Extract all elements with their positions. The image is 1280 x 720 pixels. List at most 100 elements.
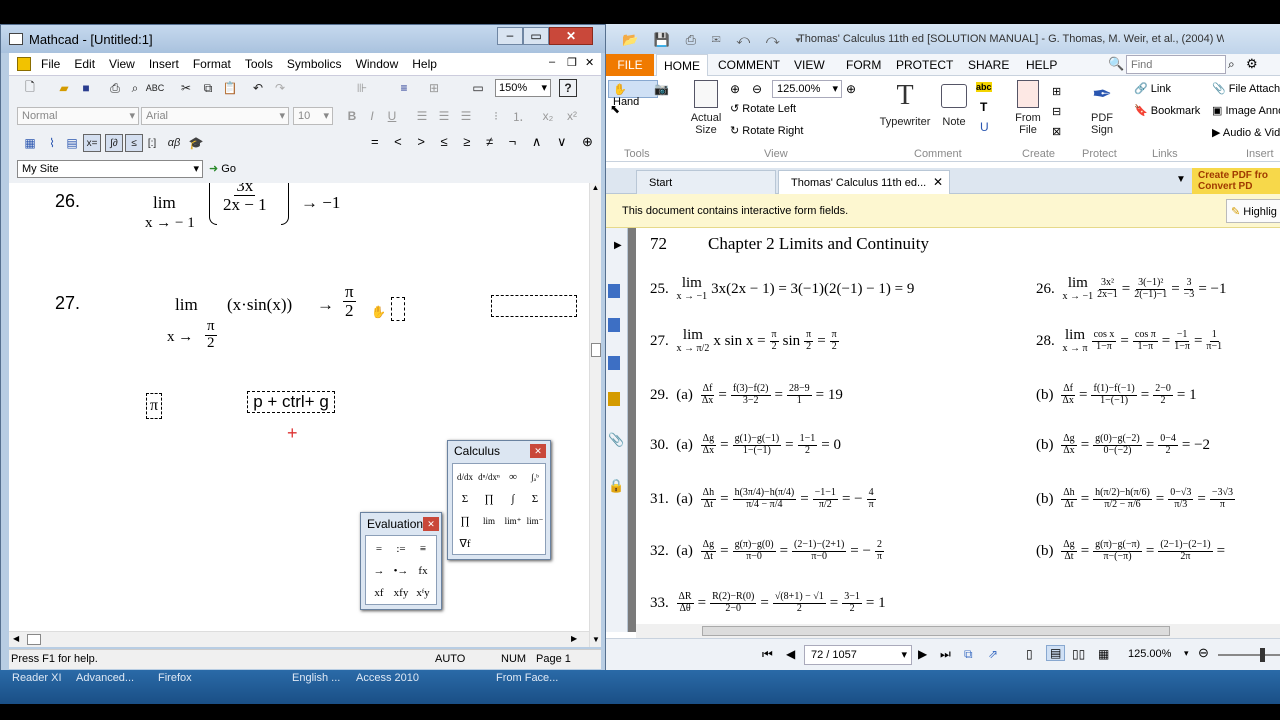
doc-restore-icon[interactable]: ❐: [567, 56, 577, 69]
open-folder-icon[interactable]: ▰: [55, 79, 73, 97]
eval-infix-button[interactable]: xfy: [391, 584, 411, 602]
op-greater[interactable]: >: [417, 134, 425, 152]
calc-limit-left-button[interactable]: lim⁻: [525, 512, 545, 530]
eval-equals-button[interactable]: =: [369, 540, 389, 558]
highlight-abc-icon[interactable]: abc: [976, 82, 992, 92]
nav-bookmarks-icon[interactable]: [608, 284, 620, 298]
close-button[interactable]: ✕: [549, 27, 593, 45]
op-not[interactable]: ¬: [509, 134, 517, 152]
create-options-icon[interactable]: ⊞ ⊟ ⊠: [1052, 82, 1061, 142]
style-select[interactable]: Normal ▾: [17, 107, 139, 125]
typed-text-region[interactable]: p + ctrl+ g: [247, 391, 335, 413]
pi-region[interactable]: π: [146, 393, 162, 419]
doc-close-icon[interactable]: ✕: [585, 56, 594, 69]
calc-sum-range-button[interactable]: Σ: [455, 490, 475, 508]
nav-pages-icon[interactable]: [608, 318, 620, 332]
worksheet-vscroll[interactable]: ▲ ▼: [589, 183, 601, 647]
tab-start[interactable]: Start: [636, 170, 776, 194]
tab-form[interactable]: FORM: [846, 58, 881, 72]
image-ann-button[interactable]: ▣ Image Anno: [1212, 104, 1280, 117]
menu-symbolics[interactable]: Symbolics: [287, 57, 342, 71]
calculus-close-button[interactable]: ✕: [530, 444, 546, 458]
help-icon[interactable]: ?: [559, 79, 577, 97]
export-page-icon[interactable]: ⇗: [988, 647, 998, 661]
numbering-icon[interactable]: ⒈: [509, 107, 527, 125]
fit-page-icon[interactable]: ⊕: [730, 82, 740, 96]
evaluation-close-button[interactable]: ✕: [423, 517, 439, 531]
facing-page-icon[interactable]: ▯▯: [1072, 647, 1085, 661]
equals-block-icon[interactable]: ≡: [395, 79, 413, 97]
worksheet[interactable]: 26. lim x → − 1 3x 2x − 1 → −1 27. lim x…: [9, 183, 589, 647]
note-button[interactable]: Note: [936, 80, 972, 142]
calculator-icon[interactable]: ▦: [21, 134, 39, 152]
select-tool-icon[interactable]: ⬉: [610, 102, 620, 116]
programming-icon[interactable]: [:]: [143, 134, 161, 152]
go-button[interactable]: ➜ Go: [205, 160, 241, 178]
tab-view[interactable]: VIEW: [794, 58, 825, 72]
cover-page-icon[interactable]: ▦: [1098, 647, 1109, 661]
eval-treefix-button[interactable]: xᶠy: [413, 584, 433, 602]
zoom-slider[interactable]: [1218, 654, 1280, 656]
save-icon[interactable]: ■: [77, 79, 95, 97]
from-file-button[interactable]: From File: [1008, 80, 1048, 142]
align-right-icon[interactable]: ☰: [457, 107, 475, 125]
bold-icon[interactable]: B: [343, 107, 361, 125]
underline-tool-icon[interactable]: U: [980, 120, 989, 134]
taskbar-item-firefox[interactable]: Firefox: [158, 672, 192, 684]
op-and[interactable]: ∧: [532, 134, 542, 152]
zoom-select[interactable]: 150% ▾: [495, 79, 551, 97]
hscroll-left-icon[interactable]: ◀: [13, 634, 19, 643]
font-select[interactable]: Arial ▾: [141, 107, 289, 125]
boolean-toggle-icon[interactable]: ≤: [125, 134, 143, 152]
eval-prefix-button[interactable]: fx: [413, 562, 433, 580]
tab-close-icon[interactable]: ✕: [933, 175, 943, 189]
highlight-fields-button[interactable]: ✎ Highlig: [1226, 199, 1280, 223]
op-ge[interactable]: ≥: [463, 134, 470, 152]
undo-icon[interactable]: ↶: [249, 79, 267, 97]
continuous-page-icon[interactable]: ▤: [1046, 645, 1066, 661]
menu-format[interactable]: Format: [193, 57, 231, 71]
calc-derivative-button[interactable]: d/dx: [455, 468, 475, 486]
audio-button[interactable]: ▶ Audio & Vid: [1212, 126, 1280, 139]
bottom-zoom-out-icon[interactable]: ⊖: [1198, 645, 1209, 661]
worksheet-hscroll[interactable]: ◀ ▶: [9, 631, 589, 647]
align-left-icon[interactable]: ☰: [413, 107, 431, 125]
nav-attachments-icon[interactable]: 📎: [608, 432, 624, 448]
eval-keyword-symbolic-button[interactable]: •→: [391, 562, 411, 580]
snapshot-icon[interactable]: 📷: [654, 82, 669, 96]
doc-minimize-icon[interactable]: –: [549, 56, 555, 68]
subscript-icon[interactable]: x₂: [539, 107, 557, 125]
calc-limit-right-button[interactable]: lim⁺: [503, 512, 523, 530]
vscroll-up-icon[interactable]: ▲: [590, 183, 601, 192]
rotate-left-button[interactable]: ↺ Rotate Left: [730, 102, 796, 115]
calc-indefinite-integral-button[interactable]: ∫: [503, 490, 523, 508]
resource-icon[interactable]: ▭: [469, 79, 487, 97]
pdf-zoom-select[interactable]: 125.00% ▾: [772, 80, 842, 98]
create-pdf-banner[interactable]: Create PDF fro Convert PD: [1192, 168, 1280, 194]
tab-thomas[interactable]: Thomas' Calculus 11th ed... ✕: [778, 170, 950, 195]
taskbar-item-access[interactable]: Access 2010: [356, 672, 419, 684]
nav-security-icon[interactable]: 🔒: [608, 478, 624, 494]
tab-comment[interactable]: COMMENT: [718, 58, 780, 72]
bottom-zoom-dropdown-icon[interactable]: ▾: [1184, 648, 1189, 659]
vscroll-thumb[interactable]: [591, 343, 601, 357]
print-icon[interactable]: ⎙: [106, 79, 124, 97]
hscroll-thumb[interactable]: [27, 634, 41, 645]
op-less[interactable]: <: [394, 134, 402, 152]
tab-share[interactable]: SHARE: [968, 58, 1009, 72]
taskbar-item-from-face[interactable]: From Face...: [496, 672, 558, 684]
align-icon[interactable]: ⊪: [353, 79, 371, 97]
eval-global-define-button[interactable]: ≡: [413, 540, 433, 558]
menu-view[interactable]: View: [109, 57, 135, 71]
greek-icon[interactable]: αβ: [165, 134, 183, 152]
site-select[interactable]: My Site ▾: [17, 160, 203, 178]
text-icon[interactable]: T: [980, 100, 987, 114]
tab-home[interactable]: HOME: [656, 54, 708, 77]
placeholder-27[interactable]: [391, 297, 405, 321]
file-attach-button[interactable]: 📎 File Attachm: [1212, 82, 1280, 95]
prev-page-icon[interactable]: ◀: [786, 647, 795, 661]
evaluation-toggle-icon[interactable]: x=: [83, 134, 101, 152]
menu-edit[interactable]: Edit: [74, 57, 95, 71]
pdf-hscroll[interactable]: [636, 624, 1280, 638]
op-le[interactable]: ≤: [441, 134, 448, 152]
